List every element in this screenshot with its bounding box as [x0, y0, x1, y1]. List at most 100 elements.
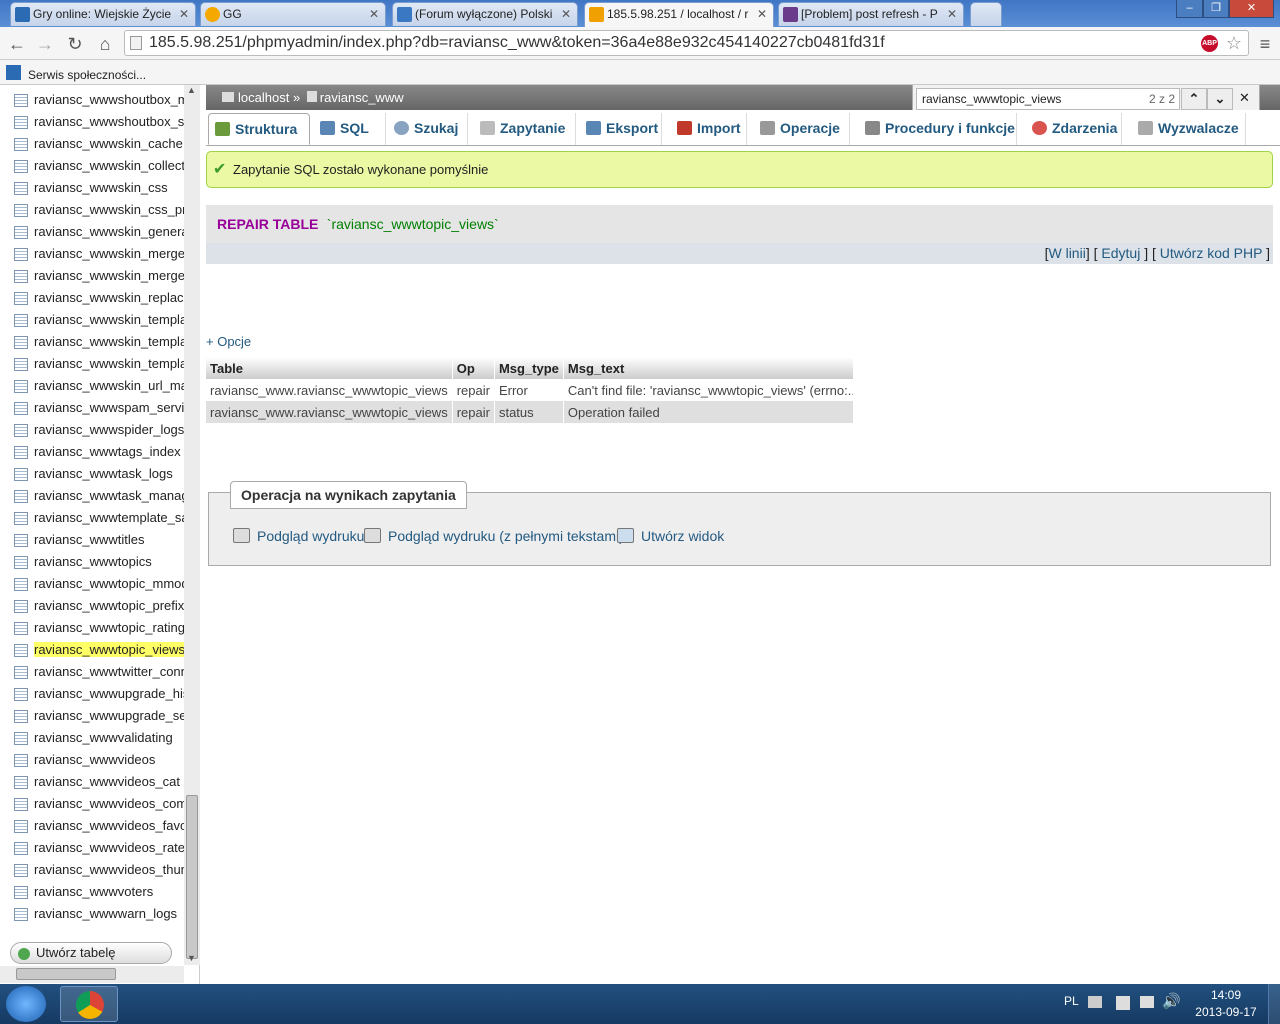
sidebar-table-item[interactable]: raviansc_wwwtwitter_conn — [14, 662, 184, 682]
find-previous-button[interactable]: ⌃ — [1181, 88, 1207, 110]
sidebar-table-item[interactable]: raviansc_wwwvalidating — [14, 728, 184, 748]
sidebar-table-item[interactable]: raviansc_wwwskin_templa — [14, 354, 184, 374]
scroll-down-icon[interactable]: ▼ — [187, 953, 196, 963]
sidebar-table-item[interactable]: raviansc_wwwvoters — [14, 882, 184, 902]
sidebar-table-item[interactable]: raviansc_wwwspider_logs — [14, 420, 184, 440]
close-tab-icon[interactable]: ✕ — [179, 3, 189, 25]
start-button[interactable] — [6, 986, 46, 1022]
edit-link[interactable]: Edytuj — [1101, 245, 1140, 261]
clock-time[interactable]: 14:09 — [1196, 988, 1256, 1002]
print-view-link[interactable]: Podgląd wydruku — [233, 528, 364, 544]
sidebar-table-item[interactable]: raviansc_wwwtopics — [14, 552, 184, 572]
column-header[interactable]: Msg_type — [494, 357, 564, 379]
column-header[interactable]: Table — [206, 357, 453, 379]
scrollbar-thumb[interactable] — [186, 795, 198, 959]
browser-tab-3[interactable]: (Forum wyłączone) Polski ✕ — [392, 2, 578, 26]
column-header[interactable]: Msg_text — [563, 357, 854, 379]
back-icon[interactable]: ← — [6, 33, 28, 55]
close-tab-icon[interactable]: ✕ — [369, 3, 379, 25]
menu-icon[interactable]: ≡ — [1254, 33, 1276, 55]
sidebar-table-item[interactable]: raviansc_wwwshoutbox_s — [14, 112, 184, 132]
sidebar-table-item[interactable]: raviansc_wwwskin_collect — [14, 156, 184, 176]
adblock-icon[interactable]: ABP — [1201, 35, 1218, 52]
action-center-icon[interactable] — [1116, 996, 1130, 1010]
new-tab-button[interactable] — [970, 2, 1002, 26]
tab-eksport[interactable]: Eksport — [580, 113, 662, 145]
bookmark-item[interactable]: Serwis społeczności... — [6, 63, 146, 82]
tab-wyzwalacze[interactable]: Wyzwalacze — [1132, 113, 1246, 145]
sidebar-table-item[interactable]: raviansc_wwwvideos_favor — [14, 816, 184, 836]
browser-tab-2[interactable]: GG ✕ — [200, 2, 386, 26]
find-next-button[interactable]: ⌄ — [1207, 88, 1233, 110]
print-view-full-link[interactable]: Podgląd wydruku (z pełnymi tekstami) — [364, 528, 624, 544]
sidebar-table-item[interactable]: raviansc_wwwupgrade_se — [14, 706, 184, 726]
sidebar-table-item[interactable]: raviansc_wwwtemplate_sa — [14, 508, 184, 528]
sidebar-table-item[interactable]: raviansc_wwwtopic_rating — [14, 618, 184, 638]
address-bar[interactable]: 185.5.98.251/phpmyadmin/index.php?db=rav… — [124, 30, 1249, 56]
sidebar-table-item[interactable]: raviansc_wwwskin_templa — [14, 310, 184, 330]
tab-zdarzenia[interactable]: Zdarzenia — [1026, 113, 1122, 145]
keyboard-icon[interactable] — [1088, 996, 1102, 1008]
sidebar-table-item[interactable]: raviansc_wwwskin_merge — [14, 244, 184, 264]
star-icon[interactable]: ☆ — [1226, 31, 1242, 55]
tab-sql[interactable]: SQL — [314, 113, 386, 145]
sidebar-table-item[interactable]: raviansc_wwwupgrade_his — [14, 684, 184, 704]
create-php-link[interactable]: Utwórz kod PHP — [1160, 245, 1262, 261]
sidebar-vertical-scrollbar[interactable]: ▲ ▼ — [184, 85, 200, 965]
breadcrumb-database[interactable]: raviansc_www — [320, 90, 404, 105]
sidebar-table-item[interactable]: raviansc_wwwvideos — [14, 750, 184, 770]
create-view-link[interactable]: Utwórz widok — [617, 528, 724, 544]
show-desktop-button[interactable] — [1268, 984, 1280, 1024]
maximize-icon[interactable]: ❐ — [1203, 0, 1229, 18]
sidebar-table-item[interactable]: raviansc_wwwtask_manag — [14, 486, 184, 506]
scroll-up-icon[interactable]: ▲ — [187, 85, 196, 95]
sidebar-table-item[interactable]: raviansc_wwwvideos_rate — [14, 838, 184, 858]
close-window-icon[interactable]: ✕ — [1229, 0, 1274, 18]
sidebar-table-item[interactable]: raviansc_wwwvideos_cat — [14, 772, 184, 792]
sidebar-table-item[interactable]: raviansc_wwwskin_genera — [14, 222, 184, 242]
sidebar-table-item[interactable]: raviansc_wwwspam_servi — [14, 398, 184, 418]
tab-zapytanie[interactable]: Zapytanie — [474, 113, 576, 145]
options-toggle[interactable]: + Opcje — [206, 334, 251, 349]
tab-szukaj[interactable]: Szukaj — [388, 113, 468, 145]
forward-icon[interactable]: → — [34, 33, 56, 55]
minimize-icon[interactable]: – — [1176, 0, 1203, 18]
sidebar-table-item[interactable]: raviansc_wwwtopic_views — [14, 640, 184, 660]
sidebar-table-item[interactable]: raviansc_wwwvideos_thum — [14, 860, 184, 880]
clock-date[interactable]: 2013-09-17 — [1190, 1005, 1262, 1019]
network-icon[interactable] — [1140, 996, 1154, 1008]
sidebar-table-item[interactable]: raviansc_wwwvideos_com — [14, 794, 184, 814]
sidebar-table-item[interactable]: raviansc_wwwshoutbox_m — [14, 90, 184, 110]
sidebar-horizontal-scrollbar[interactable] — [0, 966, 184, 983]
sidebar-table-item[interactable]: raviansc_wwwwarn_logs — [14, 904, 184, 924]
sidebar-table-item[interactable]: raviansc_wwwskin_css — [14, 178, 184, 198]
scrollbar-thumb[interactable] — [16, 968, 116, 980]
chrome-taskbar-button[interactable] — [60, 986, 118, 1022]
sidebar-table-item[interactable]: raviansc_wwwskin_url_ma — [14, 376, 184, 396]
close-tab-icon[interactable]: ✕ — [947, 3, 957, 25]
close-tab-icon[interactable]: ✕ — [757, 3, 767, 25]
browser-tab-4[interactable]: 185.5.98.251 / localhost / r ✕ — [584, 2, 774, 27]
language-indicator[interactable]: PL — [1064, 994, 1079, 1008]
find-close-icon[interactable]: ✕ — [1239, 90, 1250, 106]
sidebar-table-item[interactable]: raviansc_wwwtopic_mmod — [14, 574, 184, 594]
close-tab-icon[interactable]: ✕ — [561, 3, 571, 25]
create-table-button[interactable]: Utwórz tabelę — [10, 942, 172, 964]
tab-import[interactable]: Import — [671, 113, 747, 145]
tab-struktura[interactable]: Struktura — [208, 113, 310, 145]
tab-operacje[interactable]: Operacje — [754, 113, 850, 145]
tab-procedury[interactable]: Procedury i funkcje — [859, 113, 1017, 145]
column-header[interactable]: Op — [452, 357, 495, 379]
sidebar-table-item[interactable]: raviansc_wwwskin_css_pr — [14, 200, 184, 220]
find-input[interactable]: raviansc_wwwtopic_views 2 z 2 — [916, 88, 1180, 110]
browser-tab-5[interactable]: [Problem] post refresh - P ✕ — [778, 2, 964, 26]
breadcrumb-server[interactable]: localhost — [238, 90, 289, 105]
sidebar-table-item[interactable]: raviansc_wwwtitles — [14, 530, 184, 550]
sidebar-table-item[interactable]: raviansc_wwwskin_templa — [14, 332, 184, 352]
home-icon[interactable]: ⌂ — [94, 33, 116, 55]
sidebar-table-item[interactable]: raviansc_wwwskin_replace — [14, 288, 184, 308]
sidebar-table-item[interactable]: raviansc_wwwtags_index — [14, 442, 184, 462]
volume-icon[interactable]: 🔊 — [1162, 992, 1181, 1010]
sidebar-table-item[interactable]: raviansc_wwwtask_logs — [14, 464, 184, 484]
sidebar-table-item[interactable]: raviansc_wwwtopic_prefix — [14, 596, 184, 616]
